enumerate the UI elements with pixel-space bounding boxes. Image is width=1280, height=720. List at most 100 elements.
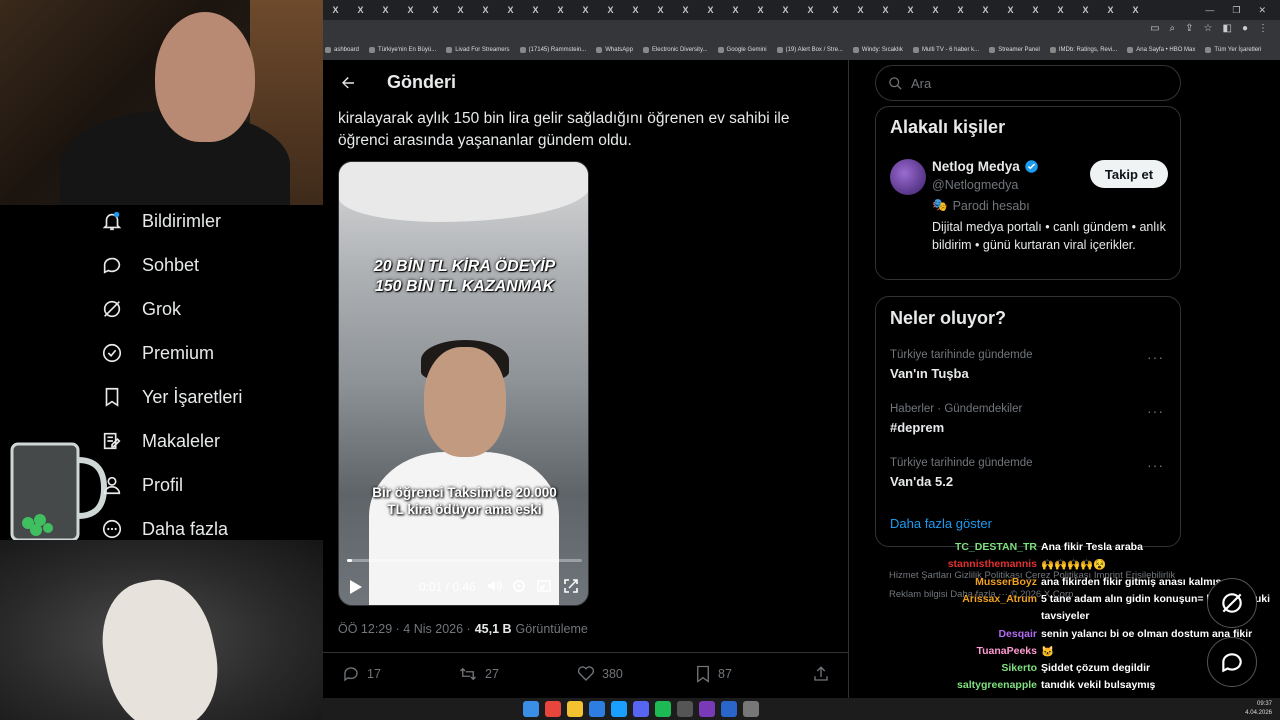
streamlabs-icon[interactable] [699, 701, 715, 717]
app-icon[interactable] [721, 701, 737, 717]
grok-fab[interactable] [1207, 578, 1257, 628]
browser-tab[interactable]: X [998, 0, 1023, 20]
steam-icon[interactable] [611, 701, 627, 717]
bookmark-item[interactable]: WhatsApp [596, 47, 633, 53]
bookmark-item[interactable]: Ana Sayfa • HBO Max [1127, 47, 1195, 53]
browser-tab[interactable]: X [448, 0, 473, 20]
bookmark-item[interactable]: (17145) Rammstein... [519, 47, 586, 53]
browser-tab[interactable]: X [423, 0, 448, 20]
browser-tab[interactable]: X [598, 0, 623, 20]
bookmark-item[interactable]: Tüm Yer İşaretleri [1205, 47, 1261, 53]
browser-menu-icon[interactable]: ⋮ [1258, 23, 1268, 34]
system-tray[interactable]: 09:37 4.04.2026 [1245, 700, 1272, 718]
browser-tab[interactable]: X [848, 0, 873, 20]
bookmark-item[interactable]: Multi TV - 6 haber k... [912, 47, 979, 53]
store-icon[interactable] [589, 701, 605, 717]
fullscreen-icon[interactable] [563, 578, 579, 594]
cast-icon[interactable]: ▭ [1150, 23, 1159, 34]
browser-tab[interactable]: X [498, 0, 523, 20]
browser-tab[interactable]: X [573, 0, 598, 20]
bookmark-item[interactable]: Streamer Panel [989, 47, 1040, 53]
like-button[interactable]: 380 [577, 665, 623, 683]
bookmark-item[interactable]: (19) Alert Box / Stre... [776, 47, 843, 53]
trend-item[interactable]: Haberler · Gündemdekiler #deprem ··· [890, 403, 1170, 435]
browser-tab[interactable]: X [373, 0, 398, 20]
extensions-icon[interactable]: ◧ [1223, 23, 1232, 34]
search-input[interactable]: Ara [875, 65, 1181, 101]
follow-button[interactable]: Takip et [1090, 160, 1168, 188]
zoom-icon[interactable]: ⌕ [1170, 23, 1176, 34]
video-progress-bar[interactable] [347, 559, 582, 562]
share-icon[interactable]: ⇪ [1185, 23, 1193, 34]
chrome-icon[interactable] [545, 701, 561, 717]
bookmark-item[interactable]: ashboard [325, 47, 359, 53]
browser-tab[interactable]: X [948, 0, 973, 20]
browser-tab[interactable]: X [623, 0, 648, 20]
volume-icon[interactable] [486, 578, 502, 594]
explorer-icon[interactable] [567, 701, 583, 717]
video-player[interactable]: 20 BİN TL KİRA ÖDEYİP 150 BİN TL KAZANMA… [338, 161, 589, 606]
repost-button[interactable]: 27 [458, 665, 499, 683]
bookmark-item[interactable]: Electronic Diversity... [642, 47, 708, 53]
nav-item-sohbet[interactable]: Sohbet [100, 250, 199, 280]
more-options-icon[interactable]: ··· [1147, 457, 1164, 473]
back-arrow-icon[interactable] [337, 72, 359, 94]
bookmark-item[interactable]: Google Gemini [717, 47, 767, 53]
browser-tab[interactable]: X [923, 0, 948, 20]
bookmark-item[interactable]: Livad For Streamers [446, 47, 510, 53]
post-timestamp[interactable]: ÖÖ 12:29 · 4 Nis 2026 · [338, 622, 471, 636]
nav-item-daha-fazla[interactable]: Daha fazla [100, 514, 228, 544]
bookmark-button[interactable]: 87 [695, 665, 732, 683]
browser-tab[interactable]: X [723, 0, 748, 20]
app-icon[interactable] [677, 701, 693, 717]
browser-tab[interactable]: X [348, 0, 373, 20]
nav-item-profil[interactable]: Profil [100, 470, 183, 500]
share-button[interactable] [812, 665, 830, 683]
browser-tab[interactable]: X [823, 0, 848, 20]
play-icon[interactable] [349, 579, 363, 595]
browser-tab[interactable]: X [1123, 0, 1148, 20]
browser-tab[interactable]: X [548, 0, 573, 20]
more-options-icon[interactable]: ··· [1147, 403, 1164, 419]
nav-item-premium[interactable]: Premium [100, 338, 214, 368]
browser-tab[interactable]: X [973, 0, 998, 20]
account-name-row[interactable]: Netlog Medya [932, 159, 1039, 174]
nav-item-yer-i-şaretleri[interactable]: Yer İşaretleri [100, 382, 242, 412]
browser-tab[interactable]: X [898, 0, 923, 20]
browser-tab[interactable]: X [473, 0, 498, 20]
close-window-icon[interactable]: ✕ [1258, 5, 1266, 16]
messages-fab[interactable] [1207, 637, 1257, 687]
app-icon[interactable] [743, 701, 759, 717]
nav-item-grok[interactable]: Grok [100, 294, 181, 324]
trend-item[interactable]: Türkiye tarihinde gündemde Van'da 5.2 ··· [890, 457, 1170, 489]
picture-in-picture-icon[interactable] [536, 578, 552, 594]
browser-tab[interactable]: X [1048, 0, 1073, 20]
browser-tab[interactable]: X [523, 0, 548, 20]
profile-icon[interactable]: ● [1242, 23, 1248, 34]
browser-tab[interactable]: X [1098, 0, 1123, 20]
browser-tab[interactable]: X [1023, 0, 1048, 20]
browser-tab[interactable]: X [698, 0, 723, 20]
bookmark-item[interactable]: IMDb: Ratings, Revi... [1049, 47, 1117, 53]
show-more-link[interactable]: Daha fazla göster [890, 516, 992, 531]
bookmark-item[interactable]: Windy: Sıcaklık [852, 47, 903, 53]
browser-tab[interactable]: X [748, 0, 773, 20]
reply-button[interactable]: 17 [342, 665, 381, 683]
browser-tab[interactable]: X [648, 0, 673, 20]
browser-tab[interactable]: X [323, 0, 348, 20]
avatar[interactable] [890, 159, 926, 195]
minimize-icon[interactable]: — [1205, 5, 1214, 16]
browser-tab[interactable]: X [398, 0, 423, 20]
bookmark-item[interactable]: Türkiye'nin En Büyü... [369, 47, 436, 53]
maximize-icon[interactable]: ❐ [1232, 5, 1240, 16]
discord-icon[interactable] [633, 701, 649, 717]
browser-tab[interactable]: X [873, 0, 898, 20]
nav-item-bildirimler[interactable]: Bildirimler [100, 206, 221, 236]
browser-tab[interactable]: X [1073, 0, 1098, 20]
star-icon[interactable]: ☆ [1204, 23, 1213, 34]
address-bar[interactable]: ▭ ⌕ ⇪ ☆ ◧ ● ⋮ [323, 20, 1280, 40]
spotify-icon[interactable] [655, 701, 671, 717]
settings-icon[interactable] [511, 578, 527, 594]
browser-tab[interactable]: X [798, 0, 823, 20]
more-options-icon[interactable]: ··· [1147, 349, 1164, 365]
